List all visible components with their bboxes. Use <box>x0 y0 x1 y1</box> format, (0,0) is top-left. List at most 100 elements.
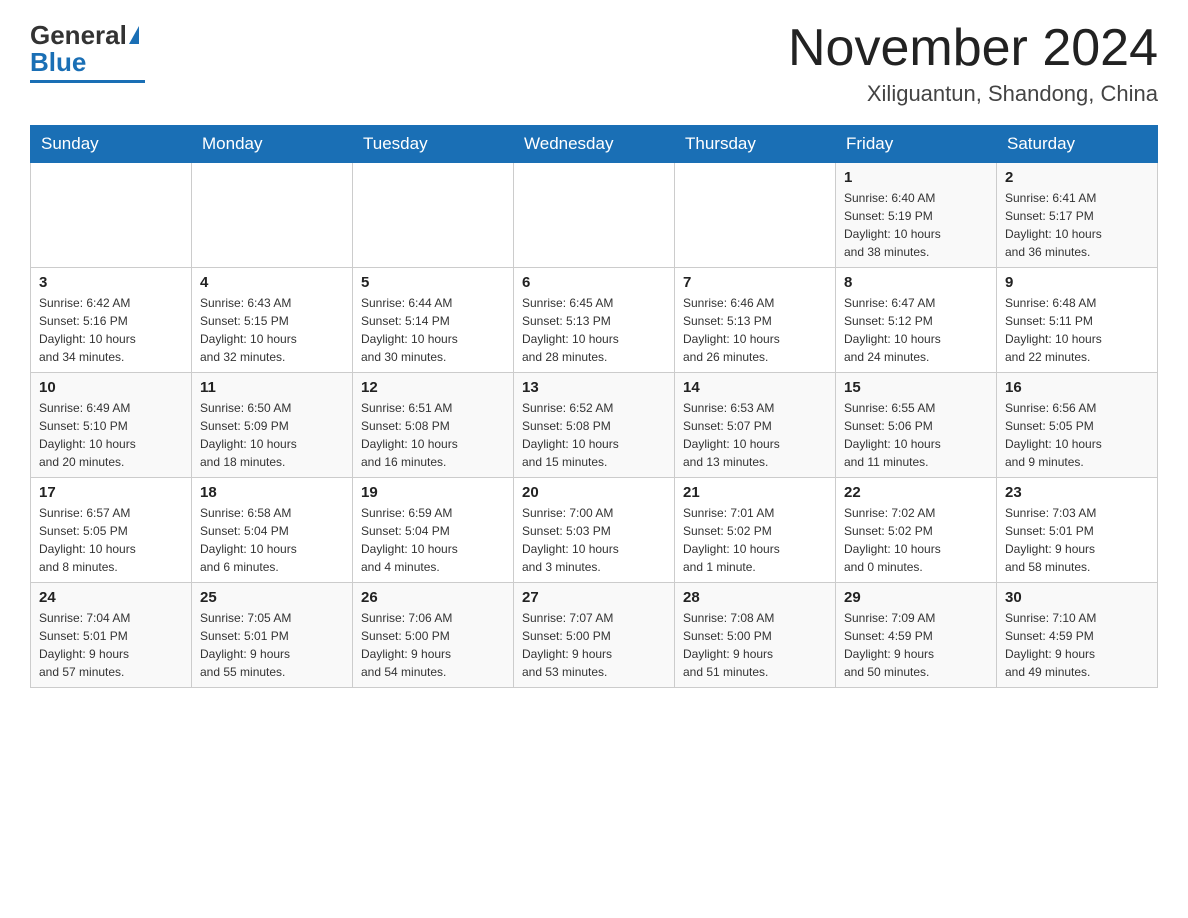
day-info: Sunrise: 6:52 AM Sunset: 5:08 PM Dayligh… <box>522 399 666 471</box>
calendar-cell: 21Sunrise: 7:01 AM Sunset: 5:02 PM Dayli… <box>675 478 836 583</box>
day-info: Sunrise: 6:44 AM Sunset: 5:14 PM Dayligh… <box>361 294 505 366</box>
day-info: Sunrise: 6:50 AM Sunset: 5:09 PM Dayligh… <box>200 399 344 471</box>
logo-triangle-icon <box>129 26 139 44</box>
day-number: 11 <box>200 379 344 396</box>
day-number: 28 <box>683 589 827 606</box>
day-number: 18 <box>200 484 344 501</box>
day-info: Sunrise: 6:41 AM Sunset: 5:17 PM Dayligh… <box>1005 189 1149 261</box>
calendar-cell: 26 Sunrise: 7:06 AM Sunset: 5:00 PM Dayli… <box>353 583 514 688</box>
day-number: 3 <box>39 274 183 291</box>
calendar-cell <box>675 163 836 268</box>
day-info: Sunrise: 6:46 AM Sunset: 5:13 PM Dayligh… <box>683 294 827 366</box>
calendar-cell: 2 Sunrise: 6:41 AM Sunset: 5:17 PM Daylig… <box>997 163 1158 268</box>
calendar-week-5: 24 Sunrise: 7:04 AM Sunset: 5:01 PM Dayli… <box>31 583 1158 688</box>
calendar-table: SundayMondayTuesdayWednesdayThursdayFrid… <box>30 125 1158 688</box>
calendar-cell: 24 Sunrise: 7:04 AM Sunset: 5:01 PM Dayli… <box>31 583 192 688</box>
calendar-cell: 7 Sunrise: 6:46 AM Sunset: 5:13 PM Daylig… <box>675 268 836 373</box>
day-info: Sunrise: 6:40 AM Sunset: 5:19 PM Dayligh… <box>844 189 988 261</box>
day-number: 29 <box>844 589 988 606</box>
day-number: 26 <box>361 589 505 606</box>
calendar-cell: 9 Sunrise: 6:48 AM Sunset: 5:11 PM Daylig… <box>997 268 1158 373</box>
weekday-header-sunday: Sunday <box>31 126 192 163</box>
weekday-header-thursday: Thursday <box>675 126 836 163</box>
day-number: 7 <box>683 274 827 291</box>
calendar-cell: 16Sunrise: 6:56 AM Sunset: 5:05 PM Dayli… <box>997 373 1158 478</box>
day-number: 12 <box>361 379 505 396</box>
calendar-week-1: 1 Sunrise: 6:40 AM Sunset: 5:19 PM Daylig… <box>31 163 1158 268</box>
day-number: 19 <box>361 484 505 501</box>
day-info: Sunrise: 6:57 AM Sunset: 5:05 PM Dayligh… <box>39 504 183 576</box>
day-number: 13 <box>522 379 666 396</box>
calendar-cell: 22 Sunrise: 7:02 AM Sunset: 5:02 PM Dayli… <box>836 478 997 583</box>
day-info: Sunrise: 6:53 AM Sunset: 5:07 PM Dayligh… <box>683 399 827 471</box>
calendar-cell: 6Sunrise: 6:45 AM Sunset: 5:13 PM Daylig… <box>514 268 675 373</box>
day-number: 14 <box>683 379 827 396</box>
calendar-cell: 12 Sunrise: 6:51 AM Sunset: 5:08 PM Dayli… <box>353 373 514 478</box>
calendar-cell <box>31 163 192 268</box>
title-area: November 2024 Xiliguantun, Shandong, Chi… <box>788 20 1158 107</box>
day-info: Sunrise: 7:02 AM Sunset: 5:02 PM Dayligh… <box>844 504 988 576</box>
calendar-cell: 3 Sunrise: 6:42 AM Sunset: 5:16 PM Daylig… <box>31 268 192 373</box>
day-number: 20 <box>522 484 666 501</box>
day-number: 23 <box>1005 484 1149 501</box>
day-number: 30 <box>1005 589 1149 606</box>
day-info: Sunrise: 6:55 AM Sunset: 5:06 PM Dayligh… <box>844 399 988 471</box>
calendar-cell: 25 Sunrise: 7:05 AM Sunset: 5:01 PM Dayli… <box>192 583 353 688</box>
day-info: Sunrise: 7:05 AM Sunset: 5:01 PM Dayligh… <box>200 609 344 681</box>
day-info: Sunrise: 7:06 AM Sunset: 5:00 PM Dayligh… <box>361 609 505 681</box>
day-info: Sunrise: 6:45 AM Sunset: 5:13 PM Dayligh… <box>522 294 666 366</box>
day-number: 27 <box>522 589 666 606</box>
day-info: Sunrise: 6:47 AM Sunset: 5:12 PM Dayligh… <box>844 294 988 366</box>
day-info: Sunrise: 6:48 AM Sunset: 5:11 PM Dayligh… <box>1005 294 1149 366</box>
calendar-cell: 13 Sunrise: 6:52 AM Sunset: 5:08 PM Dayli… <box>514 373 675 478</box>
day-number: 15 <box>844 379 988 396</box>
day-info: Sunrise: 7:08 AM Sunset: 5:00 PM Dayligh… <box>683 609 827 681</box>
day-info: Sunrise: 7:04 AM Sunset: 5:01 PM Dayligh… <box>39 609 183 681</box>
day-number: 17 <box>39 484 183 501</box>
day-number: 8 <box>844 274 988 291</box>
calendar-subtitle: Xiliguantun, Shandong, China <box>788 81 1158 107</box>
calendar-cell: 23Sunrise: 7:03 AM Sunset: 5:01 PM Dayli… <box>997 478 1158 583</box>
day-number: 2 <box>1005 169 1149 186</box>
calendar-title: November 2024 <box>788 20 1158 77</box>
day-info: Sunrise: 7:10 AM Sunset: 4:59 PM Dayligh… <box>1005 609 1149 681</box>
calendar-cell: 8 Sunrise: 6:47 AM Sunset: 5:12 PM Daylig… <box>836 268 997 373</box>
day-info: Sunrise: 6:42 AM Sunset: 5:16 PM Dayligh… <box>39 294 183 366</box>
day-info: Sunrise: 6:43 AM Sunset: 5:15 PM Dayligh… <box>200 294 344 366</box>
day-info: Sunrise: 6:59 AM Sunset: 5:04 PM Dayligh… <box>361 504 505 576</box>
day-info: Sunrise: 7:01 AM Sunset: 5:02 PM Dayligh… <box>683 504 827 576</box>
day-info: Sunrise: 7:07 AM Sunset: 5:00 PM Dayligh… <box>522 609 666 681</box>
calendar-cell: 5Sunrise: 6:44 AM Sunset: 5:14 PM Daylig… <box>353 268 514 373</box>
day-info: Sunrise: 6:49 AM Sunset: 5:10 PM Dayligh… <box>39 399 183 471</box>
day-info: Sunrise: 6:51 AM Sunset: 5:08 PM Dayligh… <box>361 399 505 471</box>
weekday-header-row: SundayMondayTuesdayWednesdayThursdayFrid… <box>31 126 1158 163</box>
day-info: Sunrise: 6:58 AM Sunset: 5:04 PM Dayligh… <box>200 504 344 576</box>
calendar-cell: 27 Sunrise: 7:07 AM Sunset: 5:00 PM Dayli… <box>514 583 675 688</box>
logo-blue-text: Blue <box>30 47 86 78</box>
weekday-header-wednesday: Wednesday <box>514 126 675 163</box>
calendar-cell <box>192 163 353 268</box>
day-number: 25 <box>200 589 344 606</box>
calendar-week-2: 3 Sunrise: 6:42 AM Sunset: 5:16 PM Daylig… <box>31 268 1158 373</box>
weekday-header-tuesday: Tuesday <box>353 126 514 163</box>
page-header: General Blue November 2024 Xiliguantun, … <box>30 20 1158 107</box>
calendar-cell: 14 Sunrise: 6:53 AM Sunset: 5:07 PM Dayli… <box>675 373 836 478</box>
calendar-cell: 20 Sunrise: 7:00 AM Sunset: 5:03 PM Dayli… <box>514 478 675 583</box>
calendar-cell: 11 Sunrise: 6:50 AM Sunset: 5:09 PM Dayli… <box>192 373 353 478</box>
day-number: 4 <box>200 274 344 291</box>
day-number: 1 <box>844 169 988 186</box>
logo-underline <box>30 80 145 83</box>
day-info: Sunrise: 7:00 AM Sunset: 5:03 PM Dayligh… <box>522 504 666 576</box>
day-number: 22 <box>844 484 988 501</box>
calendar-week-3: 10Sunrise: 6:49 AM Sunset: 5:10 PM Dayli… <box>31 373 1158 478</box>
day-number: 16 <box>1005 379 1149 396</box>
calendar-cell <box>353 163 514 268</box>
calendar-cell: 1 Sunrise: 6:40 AM Sunset: 5:19 PM Daylig… <box>836 163 997 268</box>
calendar-cell: 18 Sunrise: 6:58 AM Sunset: 5:04 PM Dayli… <box>192 478 353 583</box>
day-number: 24 <box>39 589 183 606</box>
weekday-header-friday: Friday <box>836 126 997 163</box>
day-number: 9 <box>1005 274 1149 291</box>
weekday-header-saturday: Saturday <box>997 126 1158 163</box>
logo: General Blue <box>30 20 145 83</box>
calendar-cell: 29Sunrise: 7:09 AM Sunset: 4:59 PM Dayli… <box>836 583 997 688</box>
